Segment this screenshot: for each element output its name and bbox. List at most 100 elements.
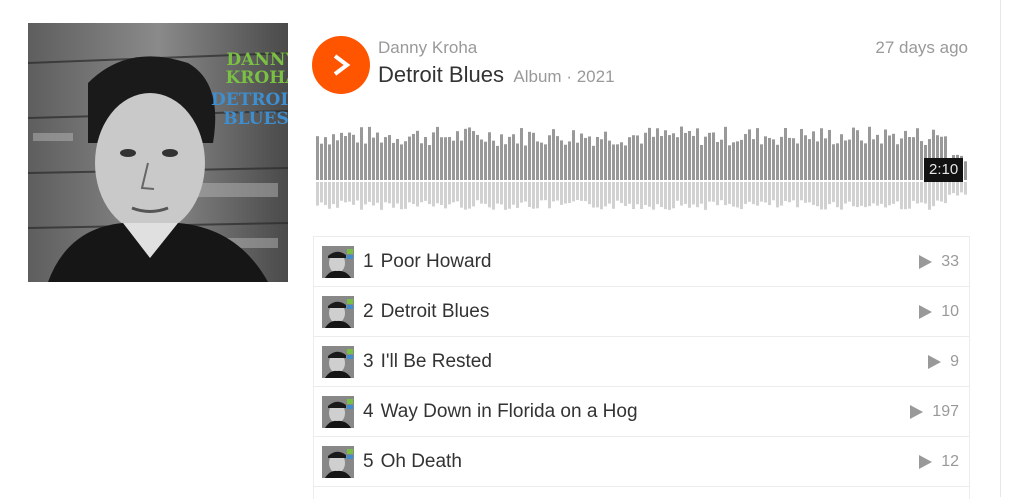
waveform[interactable] — [316, 114, 968, 210]
track-row[interactable]: 3 I'll Be Rested 9 — [314, 337, 969, 387]
waveform-bar — [608, 140, 611, 180]
waveform-reflection-bar — [848, 182, 851, 202]
waveform-bar — [852, 127, 855, 180]
track-title[interactable]: Oh Death — [381, 451, 462, 473]
waveform-bar — [492, 140, 495, 180]
waveform-reflection-bar — [812, 182, 815, 205]
waveform-reflection-bar — [408, 182, 411, 203]
waveform-reflection-bar — [552, 182, 555, 202]
waveform-bar — [964, 161, 967, 180]
waveform-reflection-bar — [484, 182, 487, 204]
waveform-reflection-bar — [500, 182, 503, 205]
waveform-bar — [780, 136, 783, 180]
album-title[interactable]: Detroit Blues — [378, 62, 504, 87]
waveform-reflection-bar — [432, 182, 435, 207]
track-title[interactable]: Poor Howard — [381, 251, 492, 273]
waveform-bar — [776, 144, 779, 180]
waveform-bar — [892, 133, 895, 180]
artist-name[interactable]: Danny Kroha — [378, 38, 477, 58]
waveform-reflection-bar — [488, 182, 491, 208]
waveform-bar — [792, 138, 795, 180]
waveform-reflection-bar — [592, 182, 595, 208]
waveform-bar — [340, 132, 343, 180]
track-row[interactable]: 1 Poor Howard 33 — [314, 237, 969, 287]
waveform-bar — [356, 142, 359, 180]
waveform-bar — [788, 137, 791, 180]
track-row[interactable]: 2 Detroit Blues 10 — [314, 287, 969, 337]
track-row[interactable]: 5 Oh Death 12 — [314, 437, 969, 487]
waveform-reflection-bar — [360, 182, 363, 210]
waveform-reflection-bar — [792, 182, 795, 201]
waveform-reflection-bar — [716, 182, 719, 206]
track-list: 1 Poor Howard 33 2 Detroit Blues 10 3 I'… — [313, 236, 970, 499]
waveform-bar — [316, 136, 319, 180]
waveform-bar — [732, 142, 735, 180]
waveform-bar — [436, 126, 439, 180]
track-title[interactable]: Way Down in Florida on a Hog — [381, 401, 638, 423]
waveform-reflection-bar — [612, 182, 615, 209]
waveform-reflection-bar — [916, 182, 919, 204]
waveform-reflection-bar — [904, 182, 907, 210]
waveform-bar — [600, 139, 603, 180]
waveform-bar — [396, 138, 399, 180]
waveform-reflection-bar — [788, 182, 791, 203]
track-row[interactable]: 4 Way Down in Florida on a Hog 197 — [314, 387, 969, 437]
waveform-reflection-bar — [732, 182, 735, 207]
waveform-reflection-bar — [776, 182, 779, 208]
waveform-bar — [688, 130, 691, 180]
album-artwork[interactable]: DANNY KROHA DETROIT BLUES — [28, 23, 288, 282]
waveform-reflection-bar — [560, 182, 563, 205]
waveform-reflection-bar — [852, 182, 855, 207]
waveform-bar — [476, 134, 479, 180]
waveform-reflection-bar — [932, 182, 935, 207]
waveform-reflection-bar — [516, 182, 519, 208]
waveform-bar — [524, 145, 527, 180]
waveform-reflection-bar — [892, 182, 895, 204]
waveform-bar — [648, 127, 651, 180]
track-title[interactable]: Detroit Blues — [381, 301, 490, 323]
track-row-partial[interactable] — [314, 487, 969, 499]
waveform-reflection-bar — [956, 182, 959, 196]
waveform-bar — [748, 129, 751, 180]
waveform-reflection-bar — [728, 182, 731, 204]
waveform-bar — [412, 133, 415, 180]
play-button[interactable] — [312, 36, 370, 94]
waveform-bar — [804, 135, 807, 180]
waveform-bar — [464, 128, 467, 180]
track-thumbnail — [322, 445, 354, 478]
play-icon — [333, 54, 351, 76]
waveform-reflection-bar — [924, 182, 927, 204]
waveform-reflection-bar — [872, 182, 875, 204]
waveform-reflection-bar — [800, 182, 803, 201]
waveform-reflection-bar — [608, 182, 611, 204]
waveform-bar — [680, 126, 683, 180]
waveform-reflection-bar — [736, 182, 739, 208]
waveform-reflection-bar — [780, 182, 783, 206]
waveform-bar — [868, 126, 871, 180]
album-meta: Album · 2021 — [513, 67, 615, 86]
artwork-artist-text-2: KROHA — [226, 68, 288, 88]
waveform-bar — [764, 136, 767, 180]
waveform-bar — [652, 136, 655, 180]
waveform-bar — [444, 137, 447, 180]
waveform-reflection-bar — [456, 182, 459, 202]
waveform-reflection-bar — [384, 182, 387, 203]
waveform-bar — [848, 139, 851, 180]
waveform-reflection-bar — [908, 182, 911, 209]
waveform-reflection-bar — [380, 182, 383, 210]
waveform-reflection-bar — [316, 182, 319, 206]
waveform-reflection-bar — [964, 182, 967, 195]
waveform-bar — [684, 132, 687, 180]
waveform-bar — [348, 132, 351, 180]
waveform-reflection-bar — [644, 182, 647, 205]
waveform-reflection-bar — [508, 182, 511, 209]
waveform-bar — [536, 141, 539, 180]
waveform-bar — [712, 132, 715, 180]
waveform-bar — [740, 139, 743, 180]
waveform-bar — [560, 140, 563, 180]
waveform-reflection-bar — [884, 182, 887, 208]
waveform-reflection-bar — [692, 182, 695, 205]
track-title[interactable]: I'll Be Rested — [381, 351, 492, 373]
waveform-bar — [584, 137, 587, 180]
waveform-reflection-bar — [344, 182, 347, 203]
